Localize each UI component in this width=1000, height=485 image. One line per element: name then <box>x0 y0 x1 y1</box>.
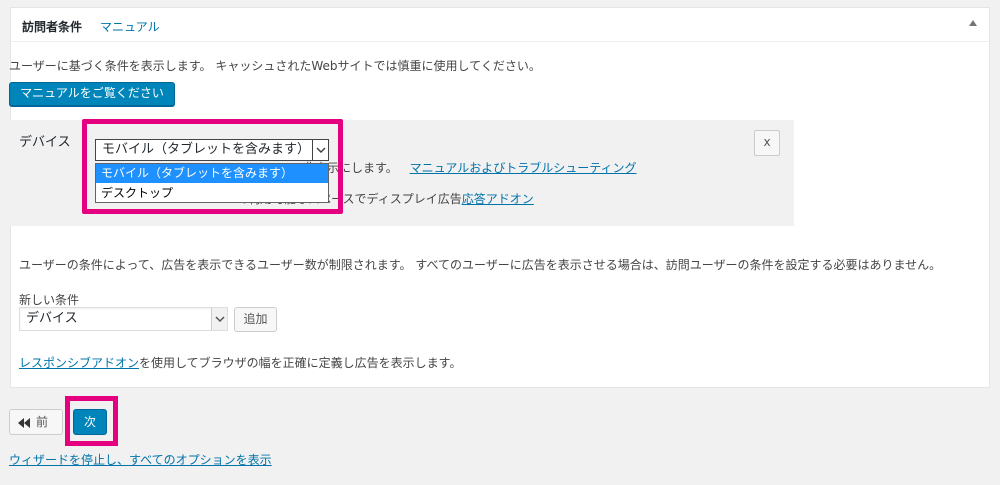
responsive-hint-text: を使用してブラウザの幅を正確に定義し広告を表示します。 <box>139 356 462 370</box>
manual-link[interactable]: マニュアル <box>100 18 160 35</box>
rewind-icon <box>18 417 30 428</box>
new-condition-select-value: デバイス <box>26 311 78 326</box>
collapse-up-icon[interactable] <box>969 20 977 26</box>
prev-label: 前 <box>36 415 49 429</box>
panel-title: 訪問者条件 <box>22 20 83 34</box>
conditions-notice: ユーザーの条件によって、広告を表示できるユーザー数が制限されます。 すべてのユー… <box>19 258 942 272</box>
responsive-addon-link[interactable]: 応答アドオン <box>462 192 534 206</box>
troubleshooting-link[interactable]: マニュアルおよびトラブルシューティング <box>410 161 637 175</box>
panel-header: 訪問者条件 マニュアル <box>11 8 989 42</box>
select-arrow[interactable] <box>211 308 227 330</box>
new-condition-label: 新しい条件 <box>19 293 80 307</box>
select-highlight-frame <box>82 119 343 214</box>
responsive-addon-footer-link[interactable]: レスポンシブアドオン <box>19 356 139 370</box>
view-manual-button[interactable]: マニュアルをご覧ください <box>9 82 175 106</box>
condition-hint-1: 非表示にします。 マニュアルおよびトラブルシューティング <box>303 159 637 176</box>
responsive-hint: レスポンシブアドオンを使用してブラウザの幅を正確に定義し広告を表示します。 <box>19 354 461 371</box>
panel-description: ユーザーに基づく条件を表示します。 キャッシュされたWebサイトでは慎重に使用し… <box>9 59 541 73</box>
remove-condition-button[interactable]: x <box>754 130 780 156</box>
new-condition-select[interactable]: デバイス <box>19 307 228 331</box>
chevron-down-icon <box>215 316 225 322</box>
prev-button[interactable]: 前 <box>9 409 63 435</box>
next-button[interactable]: 次 <box>73 409 107 435</box>
condition-label: デバイス <box>19 135 71 150</box>
stop-wizard-link[interactable]: ウィザードを停止し、すべてのオプションを表示 <box>9 451 272 468</box>
add-condition-button[interactable]: 追加 <box>234 307 277 332</box>
